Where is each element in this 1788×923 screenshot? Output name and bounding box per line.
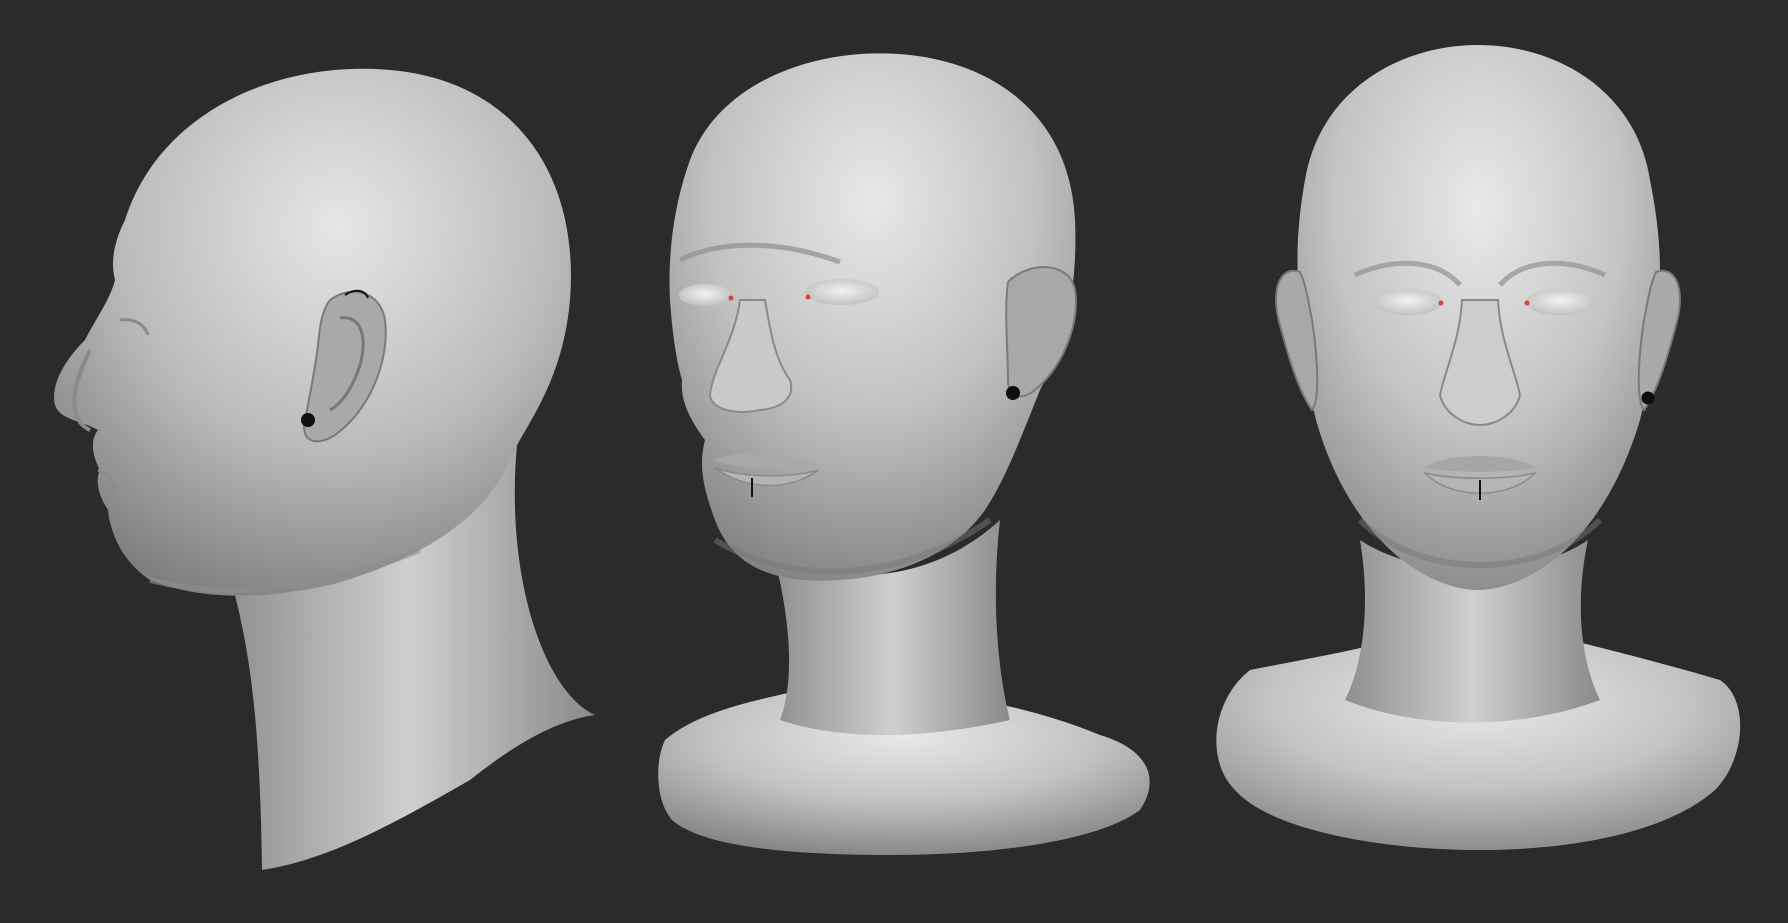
tq-left-eye-accent — [728, 295, 734, 301]
sculpt-viewport — [0, 0, 1788, 923]
tq-earring — [1006, 386, 1020, 400]
tq-right-eye — [805, 279, 879, 305]
tq-left-eye — [679, 284, 731, 306]
front-right-eye — [1526, 289, 1594, 315]
head-three-quarter-view — [658, 53, 1150, 855]
head-sculpt-renders — [54, 45, 1741, 870]
head-front-view — [1216, 45, 1741, 850]
tq-right-eye-accent — [805, 294, 811, 300]
front-left-eye-accent — [1438, 300, 1444, 306]
side-earring — [301, 413, 315, 427]
front-earring — [1641, 391, 1655, 405]
tq-ear — [1005, 266, 1077, 398]
head-side-view — [54, 68, 595, 870]
front-left-eye — [1374, 289, 1442, 315]
front-right-eye-accent — [1524, 300, 1530, 306]
